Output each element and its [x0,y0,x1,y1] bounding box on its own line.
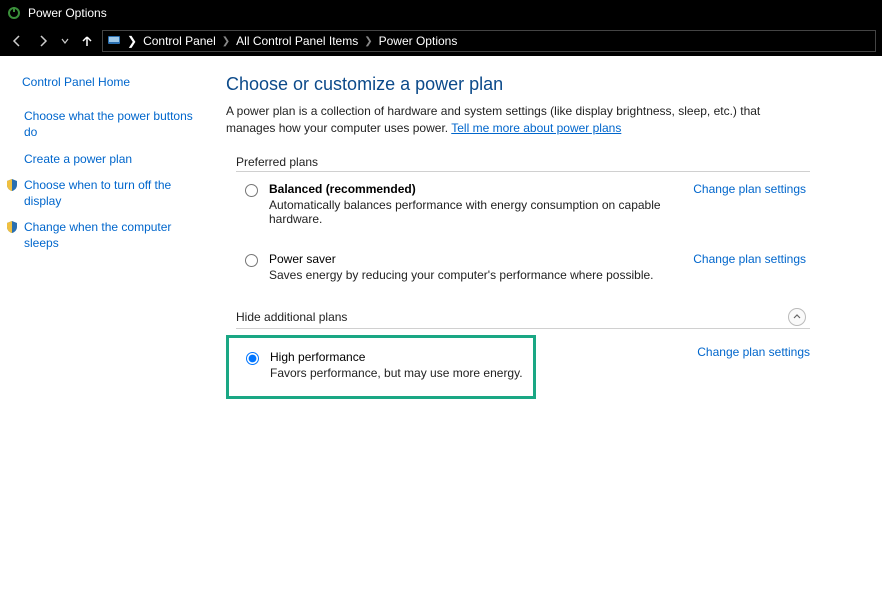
plan-row-balanced: Balanced (recommended) Automatically bal… [226,174,810,230]
content-area: Control Panel Home Choose what the power… [0,56,882,591]
shield-icon [4,219,20,235]
plan-radio-high[interactable] [246,352,259,365]
back-button[interactable] [6,30,28,52]
change-settings-saver[interactable]: Change plan settings [693,252,806,266]
address-bar[interactable]: ❯ Control Panel ❯ All Control Panel Item… [102,30,876,52]
recent-dropdown[interactable] [58,30,72,52]
forward-button[interactable] [32,30,54,52]
control-panel-icon [107,33,121,50]
tell-me-more-link[interactable]: Tell me more about power plans [451,121,621,135]
plan-name-saver[interactable]: Power saver [269,252,673,266]
up-button[interactable] [76,30,98,52]
main-panel: Choose or customize a power plan A power… [210,56,850,591]
sidebar-link-power-buttons[interactable]: Choose what the power buttons do [24,108,200,140]
breadcrumb-control-panel[interactable]: Control Panel ❯ [143,34,230,48]
power-options-icon [6,5,22,21]
shield-icon [4,177,20,193]
page-title: Choose or customize a power plan [226,74,810,95]
chevron-right-icon: ❯ [222,36,230,47]
collapse-icon[interactable] [788,308,806,326]
highlight-box: High performance Favors performance, but… [226,335,536,399]
hide-additional-plans-label[interactable]: Hide additional plans [236,308,810,329]
change-settings-balanced[interactable]: Change plan settings [693,182,806,196]
plan-radio-saver[interactable] [245,254,258,267]
sidebar-link-create-plan[interactable]: Create a power plan [24,151,132,167]
sidebar-link-turn-off-display[interactable]: Choose when to turn off the display [24,177,200,209]
control-panel-home-link[interactable]: Control Panel Home [22,74,200,90]
sidebar-link-computer-sleeps[interactable]: Change when the computer sleeps [24,219,200,251]
breadcrumb-power-options[interactable]: Power Options [379,34,458,48]
plan-desc-balanced: Automatically balances performance with … [269,198,673,226]
window-title: Power Options [28,6,107,20]
chevron-right-icon: ❯ [127,34,137,48]
plan-radio-balanced[interactable] [245,184,258,197]
plan-desc-high: Favors performance, but may use more ene… [270,366,523,380]
sidebar: Control Panel Home Choose what the power… [0,56,210,591]
chevron-right-icon: ❯ [364,36,372,47]
plan-desc-saver: Saves energy by reducing your computer's… [269,268,673,282]
plan-row-saver: Power saver Saves energy by reducing you… [226,244,810,286]
breadcrumb-all-items[interactable]: All Control Panel Items ❯ [236,34,372,48]
plan-name-high[interactable]: High performance [270,350,523,364]
plan-row-high: High performance Favors performance, but… [231,344,527,384]
change-settings-high[interactable]: Change plan settings [548,331,810,359]
plan-name-balanced[interactable]: Balanced (recommended) [269,182,673,196]
navbar: ❯ Control Panel ❯ All Control Panel Item… [0,26,882,56]
preferred-plans-label: Preferred plans [236,155,810,172]
titlebar: Power Options [0,0,882,26]
page-description: A power plan is a collection of hardware… [226,103,810,137]
